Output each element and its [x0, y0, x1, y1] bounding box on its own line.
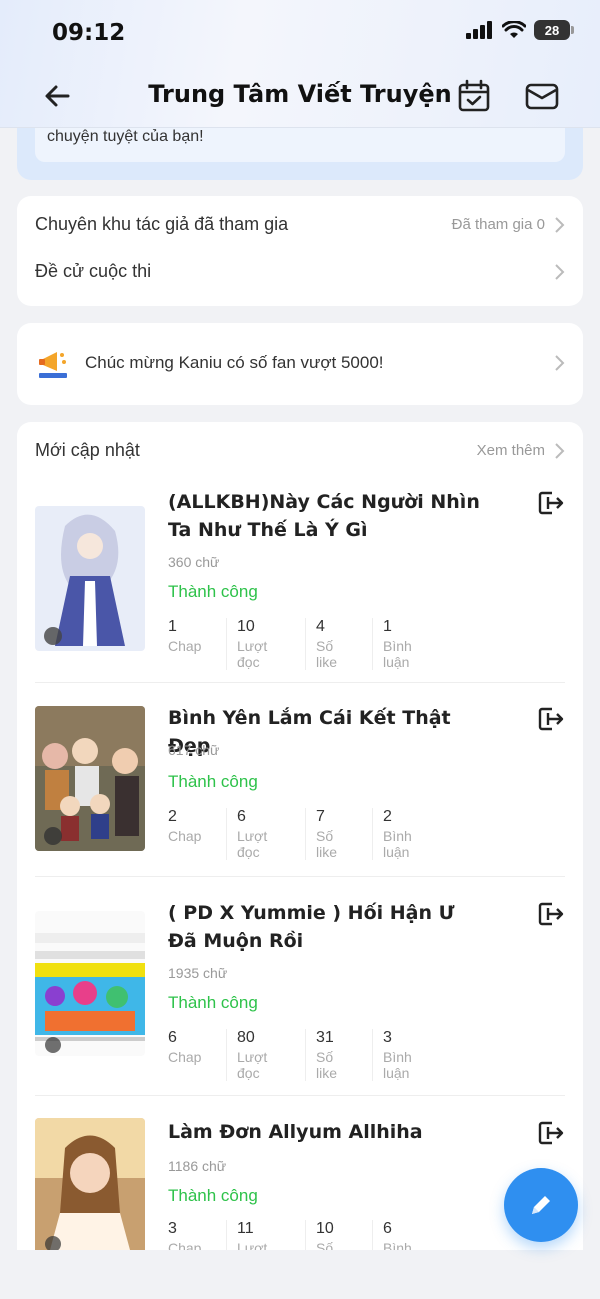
stat-reads-value: 10: [237, 618, 255, 635]
stat-likes-label: Số like: [316, 1049, 338, 1081]
divider: [35, 682, 565, 683]
top-bar: 09:12 28 Trung Tâm Viết Truyện: [0, 0, 600, 128]
stat-comments-value: 6: [383, 1220, 392, 1237]
bottom-area: [0, 1250, 600, 1299]
notice-text: Chúc mừng Kaniu có số fan vượt 5000!: [85, 353, 384, 372]
stat-chap-label: Chap: [168, 1049, 202, 1065]
menu-item-joined-zones[interactable]: Chuyên khu tác giả đã tham gia Đã tham g…: [35, 214, 565, 235]
menu-item-contest-nomination[interactable]: Đề cử cuộc thi: [35, 261, 565, 282]
story-title: ( PD X Yummie ) Hối Hận Ư Đã Muộn Rồi: [168, 902, 455, 952]
publish-status: Thành công: [168, 772, 258, 791]
publish-status: Thành công: [168, 582, 258, 601]
publish-status: Thành công: [168, 1186, 258, 1205]
mail-icon[interactable]: [524, 78, 560, 114]
story-item[interactable]: ( PD X Yummie ) Hối Hận Ư Đã Muộn Rồi 19…: [35, 897, 565, 1117]
export-icon[interactable]: [535, 899, 565, 929]
divider: [35, 1095, 565, 1096]
signal-icon: [466, 21, 492, 39]
recent-updates-card: Mới cập nhật Xem thêm (ALLKBH)Này Các Ng…: [17, 422, 583, 1299]
megaphone-icon: [39, 352, 67, 378]
stat-comments-label: Bình luận: [383, 1049, 412, 1081]
stat-comments-value: 3: [383, 1029, 392, 1046]
stat-comments-value: 2: [383, 808, 392, 825]
export-icon[interactable]: [535, 488, 565, 518]
story-item[interactable]: (ALLKBH)Này Các Người Nhìn Ta Như Thế Là…: [35, 488, 565, 683]
joined-count: Đã tham gia 0: [451, 216, 545, 233]
story-cover[interactable]: [35, 1118, 145, 1250]
status-icons: 28: [466, 20, 574, 40]
see-more-link[interactable]: Xem thêm: [477, 442, 565, 460]
story-cover[interactable]: [35, 911, 145, 1056]
stat-chap-label: Chap: [168, 638, 202, 654]
story-stats: 6 Chap 80 Lượt đọc 31 Số like 3 Bình luận: [168, 1029, 462, 1081]
stat-comments-label: Bình luận: [383, 828, 412, 860]
export-icon[interactable]: [535, 704, 565, 734]
word-count: 1935 chữ: [168, 965, 228, 981]
story-stats: 1 Chap 10 Lượt đọc 4 Số like 1 Bình luận: [168, 618, 462, 670]
stat-comments-value: 1: [383, 618, 392, 635]
see-more-label: Xem thêm: [476, 442, 545, 459]
story-item[interactable]: Làm Đơn Allyum Allhiha 1186 chữ Thành cô…: [35, 1118, 565, 1272]
stat-chap-value: 6: [168, 1029, 177, 1046]
story-title: Làm Đơn Allyum Allhiha: [168, 1121, 423, 1143]
section-title: Mới cập nhật: [35, 440, 140, 460]
story-stats: 2 Chap 6 Lượt đọc 7 Số like 2 Bình luận: [168, 808, 462, 860]
stat-chap-label: Chap: [168, 828, 202, 844]
story-cover[interactable]: [35, 506, 145, 651]
stat-reads-label: Lượt đọc: [237, 638, 268, 670]
chevron-right-icon: [555, 355, 565, 371]
word-count: 360 chữ: [168, 554, 220, 570]
stat-likes-value: 31: [316, 1029, 334, 1046]
stat-reads-label: Lượt đọc: [237, 1049, 268, 1081]
chevron-right-icon: [555, 442, 565, 459]
stat-chap-value: 1: [168, 618, 177, 635]
word-count: 1186 chữ: [168, 1158, 227, 1174]
chevron-right-icon: [555, 263, 565, 280]
stat-chap-value: 3: [168, 1220, 177, 1237]
author-menu-card: Chuyên khu tác giả đã tham gia Đã tham g…: [17, 196, 583, 306]
stat-reads-value: 6: [237, 808, 246, 825]
chevron-right-icon: [555, 216, 565, 233]
stat-comments-label: Bình luận: [383, 638, 412, 670]
stat-likes-value: 4: [316, 618, 325, 635]
battery-indicator: 28: [534, 20, 574, 40]
story-title: (ALLKBH)Này Các Người Nhìn Ta Như Thế Là…: [168, 491, 480, 541]
stat-likes-label: Số like: [316, 828, 338, 860]
stat-likes-value: 7: [316, 808, 325, 825]
stat-reads-value: 11: [237, 1220, 254, 1237]
notice-card[interactable]: Chúc mừng Kaniu có số fan vượt 5000!: [17, 323, 583, 405]
wifi-icon: [502, 21, 526, 38]
stat-reads-label: Lượt đọc: [237, 828, 268, 860]
menu-item-label: Đề cử cuộc thi: [35, 261, 152, 281]
publish-status: Thành công: [168, 993, 258, 1012]
stat-likes-label: Số like: [316, 638, 338, 670]
write-story-button[interactable]: [504, 1168, 578, 1242]
export-icon[interactable]: [535, 1118, 565, 1148]
calendar-icon[interactable]: [456, 78, 492, 114]
story-cover[interactable]: [35, 706, 145, 851]
status-time: 09:12: [52, 20, 126, 46]
menu-item-label: Chuyên khu tác giả đã tham gia: [35, 214, 289, 234]
stat-reads-value: 80: [237, 1029, 255, 1046]
stat-likes-value: 10: [316, 1220, 334, 1237]
divider: [35, 876, 565, 877]
page-title: Trung Tâm Viết Truyện: [148, 80, 452, 108]
word-count: 617 chữ: [168, 742, 220, 758]
pencil-icon: [532, 1196, 550, 1214]
story-item[interactable]: Bình Yên Lắm Cái Kết Thật Đẹp 617 chữ Th…: [35, 702, 565, 897]
stat-chap-value: 2: [168, 808, 177, 825]
